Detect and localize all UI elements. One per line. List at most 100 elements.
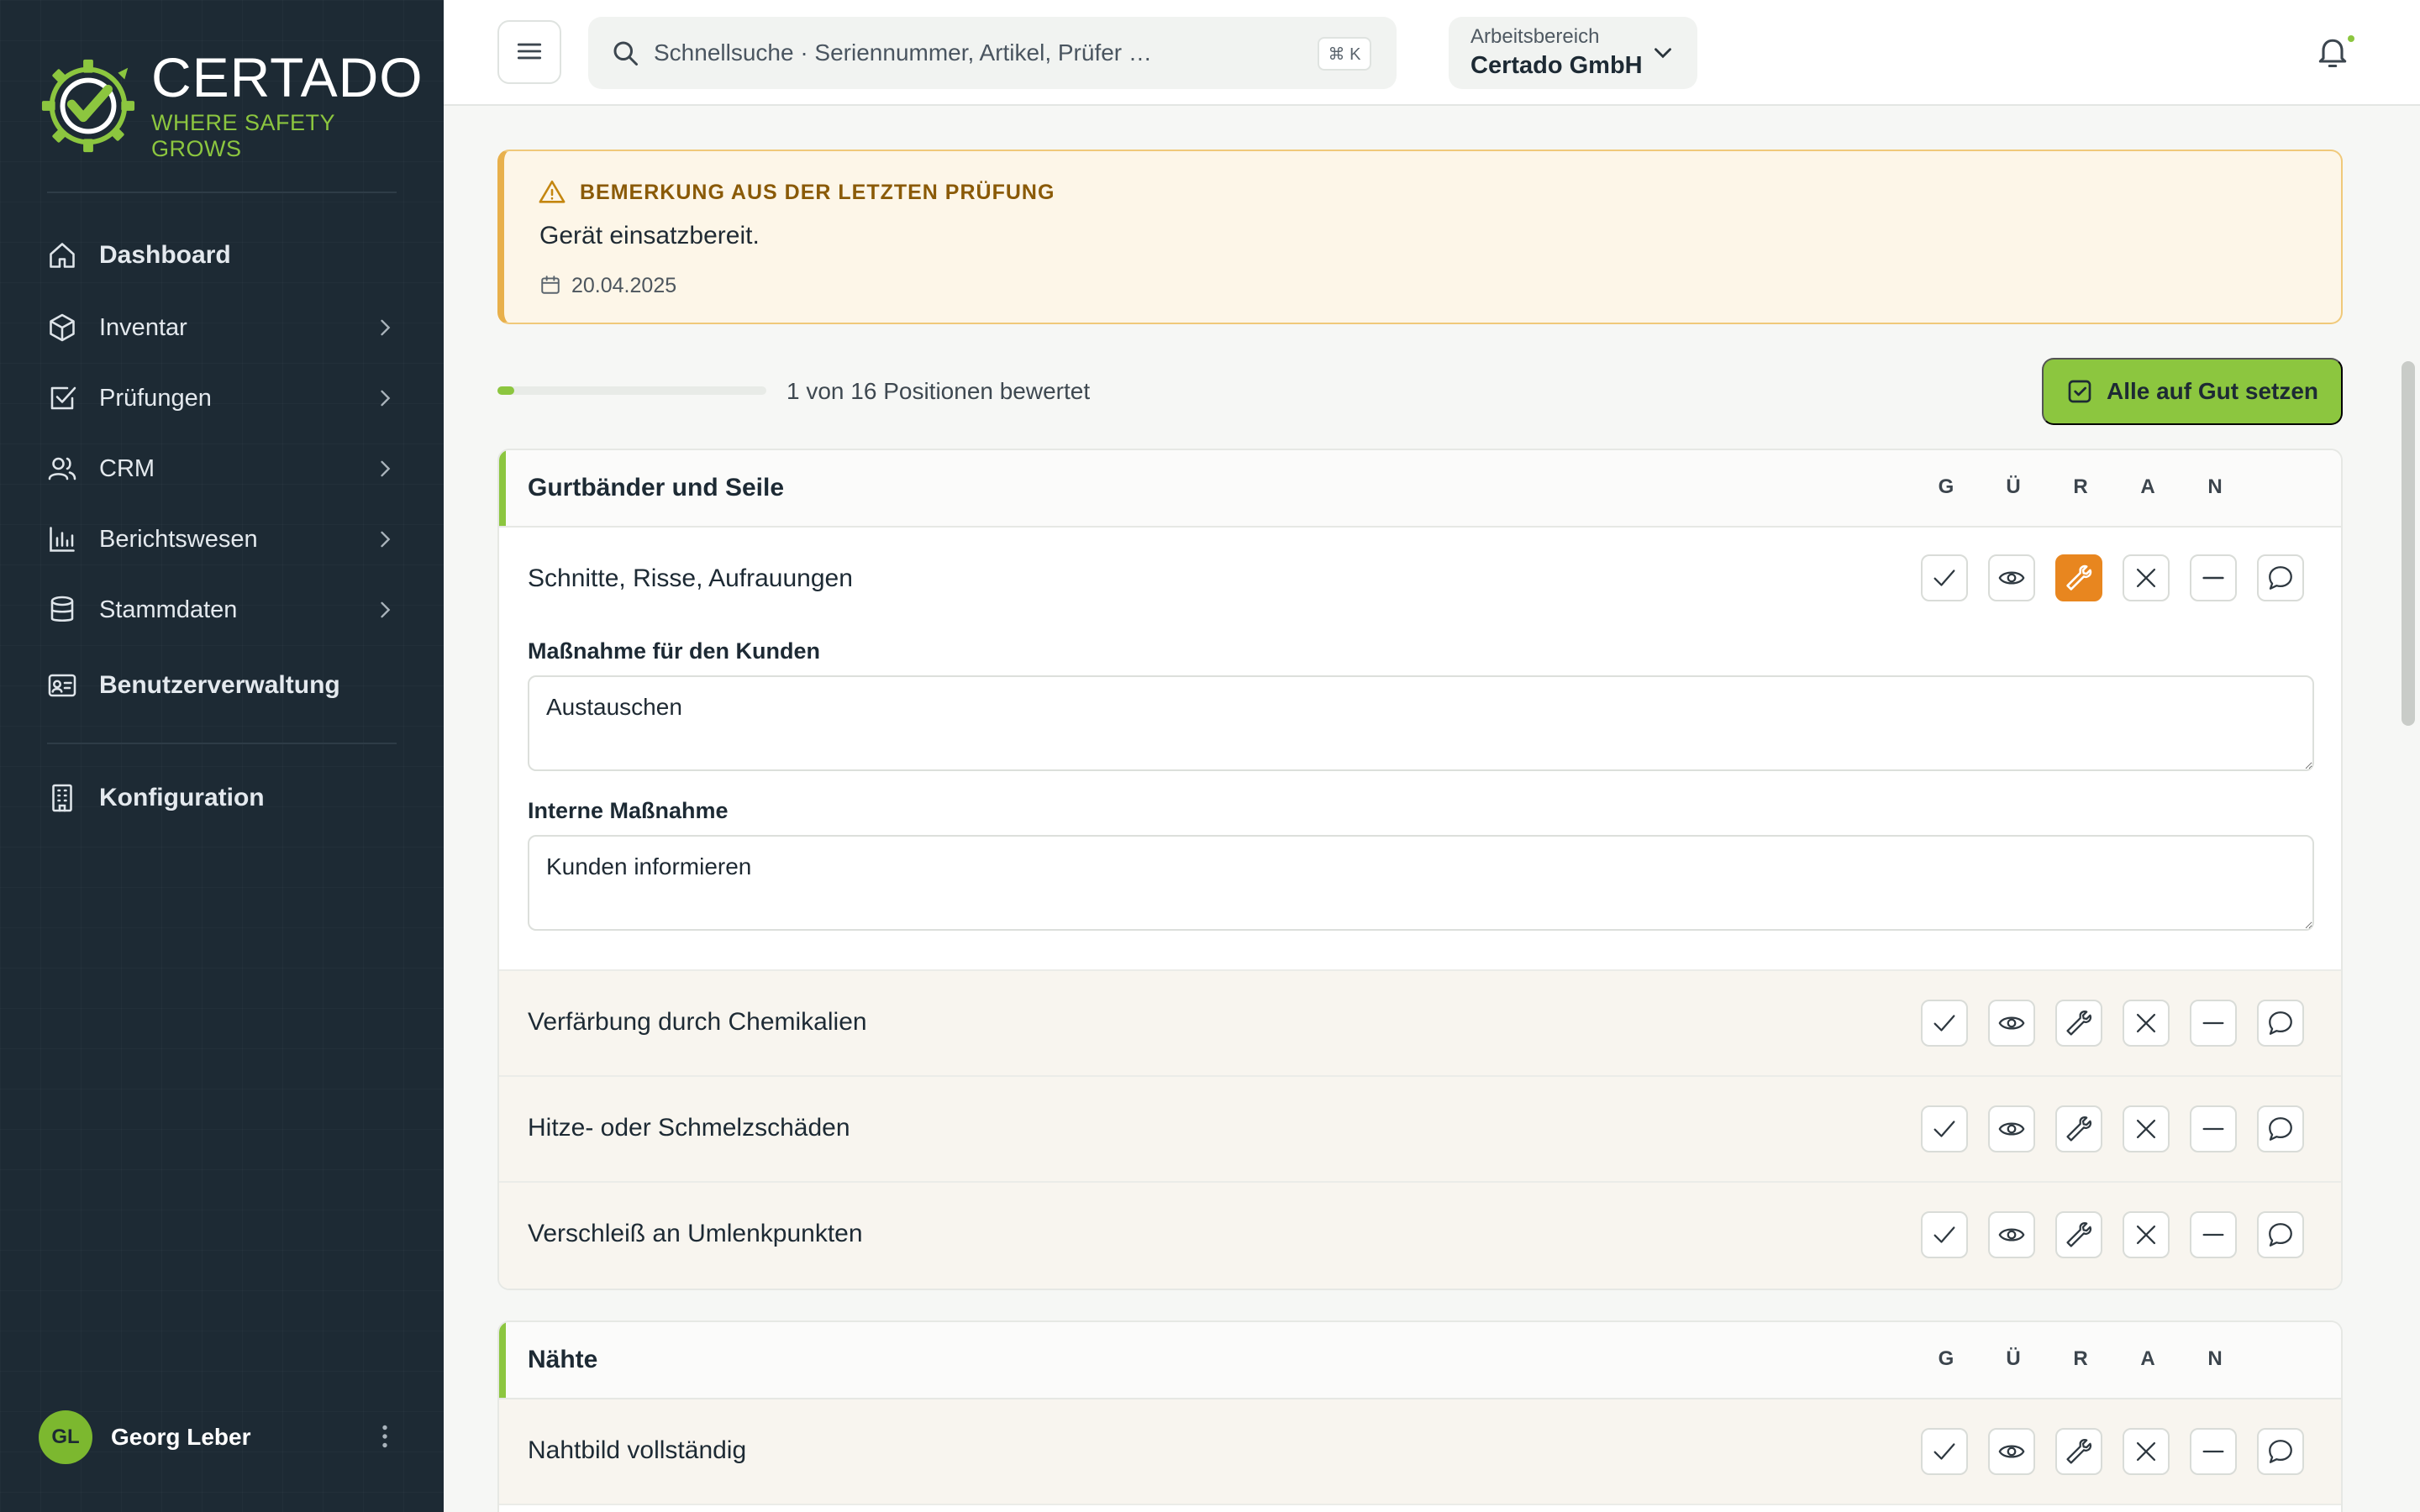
rate-good-button[interactable] <box>1921 1211 1968 1258</box>
wrench-icon <box>2066 1221 2092 1247</box>
x-icon <box>2136 1441 2156 1462</box>
minus-icon <box>2202 1233 2224 1236</box>
eye-icon <box>1998 1122 2025 1136</box>
rate-good-button[interactable] <box>1921 1000 1968 1047</box>
rate-repair-button[interactable] <box>2055 1000 2102 1047</box>
rate-discard-button[interactable] <box>2123 1211 2170 1258</box>
column-header-a: A <box>2140 1347 2155 1370</box>
checkbox-icon <box>2068 380 2091 403</box>
rating-progress-bar <box>497 386 766 395</box>
column-header-n: N <box>2207 1347 2223 1370</box>
rate-repair-button[interactable] <box>2055 1211 2102 1258</box>
column-header-ue: Ü <box>2006 475 2021 498</box>
more-vertical-icon[interactable] <box>370 1421 400 1452</box>
minus-icon <box>2202 1021 2224 1025</box>
chevron-right-icon <box>381 390 391 407</box>
sidebar-item-label: Dashboard <box>99 241 231 269</box>
sidebar-item-inventar[interactable]: Inventar <box>0 297 444 358</box>
brand-logo[interactable]: CERTADO WHERE SAFETY GROWS <box>39 50 423 161</box>
certado-logo-icon <box>41 59 135 153</box>
menu-toggle-button[interactable] <box>497 20 561 84</box>
column-header-r: R <box>2073 475 2088 498</box>
column-header-n: N <box>2207 475 2223 498</box>
section-title: Gurtbänder und Seile <box>528 474 785 501</box>
rating-buttons <box>1921 554 2307 601</box>
set-all-good-label: Alle auf Gut setzen <box>2106 378 2319 404</box>
internal-measure-label: Interne Maßnahme <box>528 798 729 823</box>
rate-good-button[interactable] <box>1921 554 1968 601</box>
chevron-right-icon <box>381 601 391 618</box>
rating-progress-text: 1 von 16 Positionen bewertet <box>786 378 1091 404</box>
rate-not-applicable-button[interactable] <box>2190 554 2237 601</box>
column-header-g: G <box>1938 1347 1954 1370</box>
customer-measure-input[interactable] <box>528 675 2314 771</box>
rate-good-button[interactable] <box>1921 1105 1968 1152</box>
rate-discard-button[interactable] <box>2123 1000 2170 1047</box>
sidebar-item-stammdaten[interactable]: Stammdaten <box>0 580 444 640</box>
rating-buttons <box>1921 1000 2307 1047</box>
database-icon <box>50 596 74 622</box>
sidebar-item-konfiguration[interactable]: Konfiguration <box>0 768 444 828</box>
check-icon <box>1933 1015 1955 1032</box>
comment-button[interactable] <box>2257 1211 2304 1258</box>
x-icon <box>2136 1013 2156 1033</box>
home-icon <box>50 243 75 268</box>
check-icon <box>1933 1443 1955 1460</box>
row-label: Schnitte, Risse, Aufrauungen <box>528 564 853 592</box>
comment-button[interactable] <box>2257 1428 2304 1475</box>
sidebar-item-berichtswesen[interactable]: Berichtswesen <box>0 509 444 570</box>
workspace-value: Certado GmbH <box>1470 52 1643 79</box>
rate-repair-button[interactable] <box>2055 1428 2102 1475</box>
rate-check-button[interactable] <box>1988 1105 2035 1152</box>
rate-discard-button[interactable] <box>2123 554 2170 601</box>
workspace-select[interactable]: Arbeitsbereich Certado GmbH <box>1449 17 1697 89</box>
comment-button[interactable] <box>2257 554 2304 601</box>
rate-repair-button[interactable] <box>2055 554 2102 601</box>
rate-check-button[interactable] <box>1988 1428 2035 1475</box>
sidebar-item-benutzerverwaltung[interactable]: Benutzerverwaltung <box>0 655 444 716</box>
sidebar-item-label: Stammdaten <box>99 596 238 623</box>
checklist-row: Nahtbild vollständig <box>499 1399 2341 1505</box>
rate-not-applicable-button[interactable] <box>2190 1428 2237 1475</box>
sidebar-item-crm[interactable]: CRM <box>0 438 444 499</box>
comment-button[interactable] <box>2257 1000 2304 1047</box>
x-icon <box>2136 1225 2156 1245</box>
notification-dot <box>2348 35 2354 42</box>
bell-icon[interactable] <box>2314 34 2351 71</box>
comment-button[interactable] <box>2257 1105 2304 1152</box>
rate-repair-button[interactable] <box>2055 1105 2102 1152</box>
scrollbar-thumb[interactable] <box>2402 361 2415 726</box>
section-title: Nähte <box>528 1346 598 1373</box>
rate-good-button[interactable] <box>1921 1428 1968 1475</box>
checkbox-icon <box>50 386 76 410</box>
sidebar-item-dashboard[interactable]: Dashboard <box>0 225 444 286</box>
users-icon <box>48 457 76 480</box>
rate-check-button[interactable] <box>1988 554 2035 601</box>
rate-check-button[interactable] <box>1988 1211 2035 1258</box>
section-header: Gurtbänder und Seile G Ü R A N <box>499 450 2341 528</box>
rate-not-applicable-button[interactable] <box>2190 1211 2237 1258</box>
check-icon <box>1933 1226 1955 1243</box>
sidebar-item-pruefungen[interactable]: Prüfungen <box>0 368 444 428</box>
rate-discard-button[interactable] <box>2123 1105 2170 1152</box>
alert-text: Gerät einsatzbereit. <box>539 222 760 249</box>
sidebar: CERTADO WHERE SAFETY GROWS Dashboard Inv… <box>0 0 444 1512</box>
chevron-right-icon <box>381 531 391 548</box>
rating-column-headers: G Ü R A N <box>1921 1347 2274 1378</box>
search-input[interactable]: Schnellsuche · Seriennummer, Artikel, Pr… <box>588 17 1397 89</box>
customer-measure-label: Maßnahme für den Kunden <box>528 638 821 664</box>
user-profile[interactable]: GL Georg Leber <box>39 1410 408 1465</box>
sidebar-item-label: Inventar <box>99 313 187 341</box>
rate-not-applicable-button[interactable] <box>2190 1105 2237 1152</box>
rating-progress-fill <box>497 386 514 395</box>
scrollbar[interactable] <box>2395 108 2420 1512</box>
avatar: GL <box>39 1410 92 1464</box>
rate-check-button[interactable] <box>1988 1000 2035 1047</box>
rate-not-applicable-button[interactable] <box>2190 1000 2237 1047</box>
rate-discard-button[interactable] <box>2123 1428 2170 1475</box>
internal-measure-input[interactable] <box>528 835 2314 931</box>
checklist-row: Schnitte, Risse, Aufrauungen Maßnahme fü… <box>499 528 2341 971</box>
set-all-good-button[interactable]: Alle auf Gut setzen <box>2042 358 2343 425</box>
app-root: CERTADO WHERE SAFETY GROWS Dashboard Inv… <box>0 0 2420 1512</box>
column-header-a: A <box>2140 475 2155 498</box>
